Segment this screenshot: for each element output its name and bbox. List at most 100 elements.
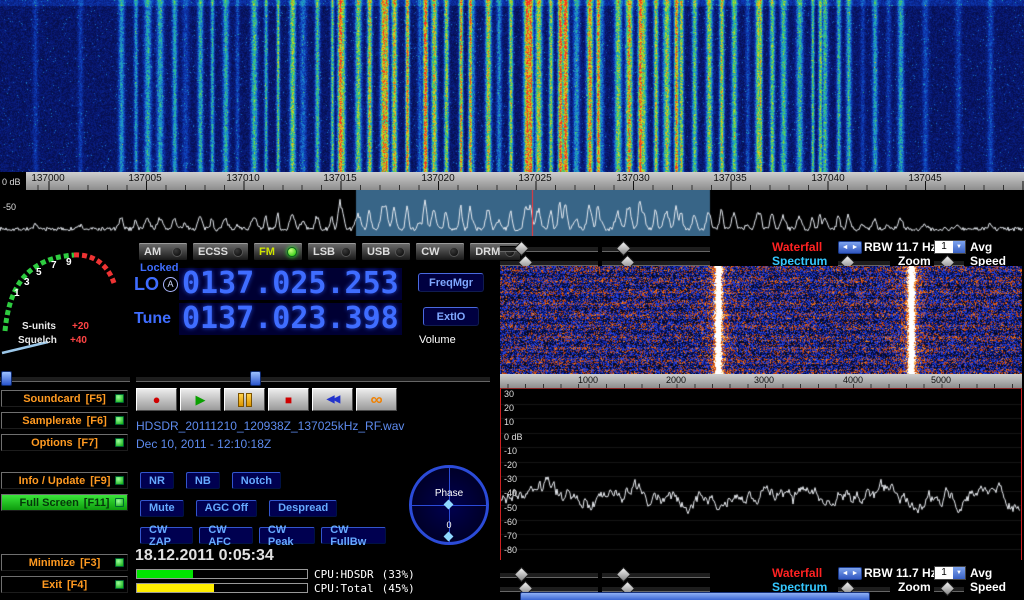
- stop-button[interactable]: ■: [268, 388, 309, 411]
- cw-peak-button[interactable]: CW Peak: [259, 527, 315, 544]
- main-waterfall-display[interactable]: [0, 0, 1024, 172]
- db-scale-label: -60: [504, 518, 517, 527]
- nr-button[interactable]: NR: [140, 472, 174, 489]
- avg-select-bottom[interactable]: 1 ▼: [934, 566, 966, 580]
- record-icon: ●: [153, 393, 161, 406]
- play-button[interactable]: ▶: [180, 388, 221, 411]
- phase-zero-label: 0: [412, 520, 486, 530]
- db-scale-label: -40: [504, 489, 517, 498]
- slider-thumb[interactable]: [514, 567, 530, 583]
- waterfall-brightness-slider-bottom[interactable]: [500, 572, 598, 578]
- volume-slider[interactable]: [136, 376, 490, 382]
- avg-value: 1: [935, 567, 953, 579]
- db-scale-corner: 0 dB: [0, 172, 26, 190]
- ruler-label: 137030: [616, 173, 649, 184]
- audio-waterfall-display[interactable]: [500, 266, 1022, 374]
- speed-slider-bottom[interactable]: [934, 586, 964, 592]
- shift-left-icon[interactable]: ◄: [842, 570, 849, 577]
- db-scale-label: -20: [504, 461, 517, 470]
- squelch-slider[interactable]: [0, 376, 130, 382]
- lo-lock-badge[interactable]: A: [163, 277, 178, 292]
- cw-zap-button[interactable]: CW ZAP: [140, 527, 193, 544]
- agc-button[interactable]: AGC Off: [196, 500, 257, 517]
- shift-arrows-top[interactable]: ◄ ►: [838, 241, 862, 254]
- tune-frequency-display[interactable]: 0137.023.398: [179, 303, 402, 335]
- smeter-units-label: S-units: [22, 321, 56, 332]
- stop-icon: ■: [285, 394, 292, 406]
- waterfall-scrollbar[interactable]: [520, 592, 870, 600]
- waterfall-contrast-slider-top[interactable]: [602, 246, 710, 252]
- despread-button[interactable]: Despread: [269, 500, 337, 517]
- lo-frequency-display[interactable]: 0137.025.253: [179, 268, 402, 300]
- audio-frequency-scale[interactable]: 1000 2000 3000 4000 5000: [500, 374, 1022, 388]
- hdsdr-window: 137000 137005 137010 137015 137020 13702…: [0, 0, 1024, 600]
- smeter-squelch-label: Squelch: [18, 335, 57, 346]
- rbw-readout-bottom: RBW 11.7 Hz: [864, 567, 937, 579]
- phase-label: Phase: [412, 488, 486, 499]
- fullscreen-button-label: Full Screen: [20, 497, 79, 509]
- soundcard-button[interactable]: Soundcard [F5]: [1, 390, 128, 407]
- rewind-button[interactable]: ◀◀: [312, 388, 353, 411]
- ruler-label: 137015: [323, 173, 356, 184]
- dropdown-arrow-icon[interactable]: ▼: [953, 567, 965, 579]
- recording-filename: HDSDR_20111210_120938Z_137025kHz_RF.wav: [136, 419, 404, 433]
- ruler-label: 137025: [518, 173, 551, 184]
- audio-scale-label: 1000: [578, 375, 598, 385]
- cw-fullbw-button[interactable]: CW FullBw: [321, 527, 386, 544]
- ruler-label: 137010: [226, 173, 259, 184]
- info-update-button-label: Info / Update: [19, 475, 86, 487]
- freqmgr-button[interactable]: FreqMgr: [418, 273, 484, 292]
- dropdown-arrow-icon[interactable]: ▼: [953, 241, 965, 253]
- db-scale-label: -80: [504, 546, 517, 555]
- record-button[interactable]: ●: [136, 388, 177, 411]
- notch-button[interactable]: Notch: [232, 472, 281, 489]
- shift-right-icon[interactable]: ►: [852, 244, 859, 251]
- datetime-readout: 18.12.2011 0:05:34: [135, 547, 274, 565]
- db-scale-label: 10: [504, 418, 514, 427]
- smeter-tick-3: 3: [24, 277, 30, 288]
- loop-button[interactable]: ∞: [356, 388, 397, 411]
- info-update-led: [115, 476, 124, 485]
- waterfall-label-bottom[interactable]: Waterfall: [772, 567, 822, 579]
- mute-button[interactable]: Mute: [140, 500, 184, 517]
- slider-thumb[interactable]: [616, 567, 632, 583]
- shift-left-icon[interactable]: ◄: [842, 244, 849, 251]
- dsp-panel: NR NB Notch Mute AGC Off Despread CW ZAP…: [132, 466, 394, 550]
- squelch-slider-thumb[interactable]: [1, 371, 12, 386]
- info-update-button[interactable]: Info / Update [F9]: [1, 472, 128, 489]
- extio-button[interactable]: ExtIO: [423, 307, 479, 326]
- audio-spectrum-display[interactable]: 30 20 10 0 dB -10 -20 -30 -40 -50 -60 -7…: [500, 388, 1022, 560]
- ruler-label: 137040: [811, 173, 844, 184]
- volume-slider-thumb[interactable]: [250, 371, 261, 386]
- main-spectrum-display[interactable]: -50: [0, 190, 1024, 236]
- pause-button[interactable]: [224, 388, 265, 411]
- samplerate-button[interactable]: Samplerate [F6]: [1, 412, 128, 429]
- fullscreen-button[interactable]: Full Screen [F11]: [1, 494, 128, 511]
- cw-afc-button[interactable]: CW AFC: [199, 527, 253, 544]
- options-button[interactable]: Options [F7]: [1, 434, 128, 451]
- nb-button[interactable]: NB: [186, 472, 220, 489]
- slider-thumb[interactable]: [514, 241, 530, 257]
- db-scale-label: -10: [504, 447, 517, 456]
- audio-scale-label: 2000: [666, 375, 686, 385]
- rbw-readout-top: RBW 11.7 Hz: [864, 241, 937, 253]
- waterfall-label-top[interactable]: Waterfall: [772, 241, 822, 253]
- avg-select-top[interactable]: 1 ▼: [934, 240, 966, 254]
- db-minus50-label: -50: [3, 202, 16, 212]
- waterfall-contrast-slider-bottom[interactable]: [602, 572, 710, 578]
- frequency-ruler[interactable]: 137000 137005 137010 137015 137020 13702…: [0, 172, 1024, 190]
- ruler-label: 137000: [31, 173, 64, 184]
- shift-right-icon[interactable]: ►: [852, 570, 859, 577]
- audio-spectrum-canvas[interactable]: [501, 389, 1021, 559]
- slider-thumb[interactable]: [940, 581, 956, 597]
- main-spectrum-canvas[interactable]: [0, 190, 1024, 236]
- phase-scope: Phase 0: [406, 462, 492, 548]
- slider-thumb[interactable]: [616, 241, 632, 257]
- waterfall-brightness-slider-top[interactable]: [500, 246, 598, 252]
- loop-icon: ∞: [370, 392, 382, 408]
- shift-arrows-bottom[interactable]: ◄ ►: [838, 567, 862, 580]
- db-scale-label: 0 dB: [504, 433, 523, 442]
- audio-scale-label: 4000: [843, 375, 863, 385]
- playback-controls: ● ▶ ■ ◀◀ ∞: [136, 388, 397, 411]
- avg-value: 1: [935, 241, 953, 253]
